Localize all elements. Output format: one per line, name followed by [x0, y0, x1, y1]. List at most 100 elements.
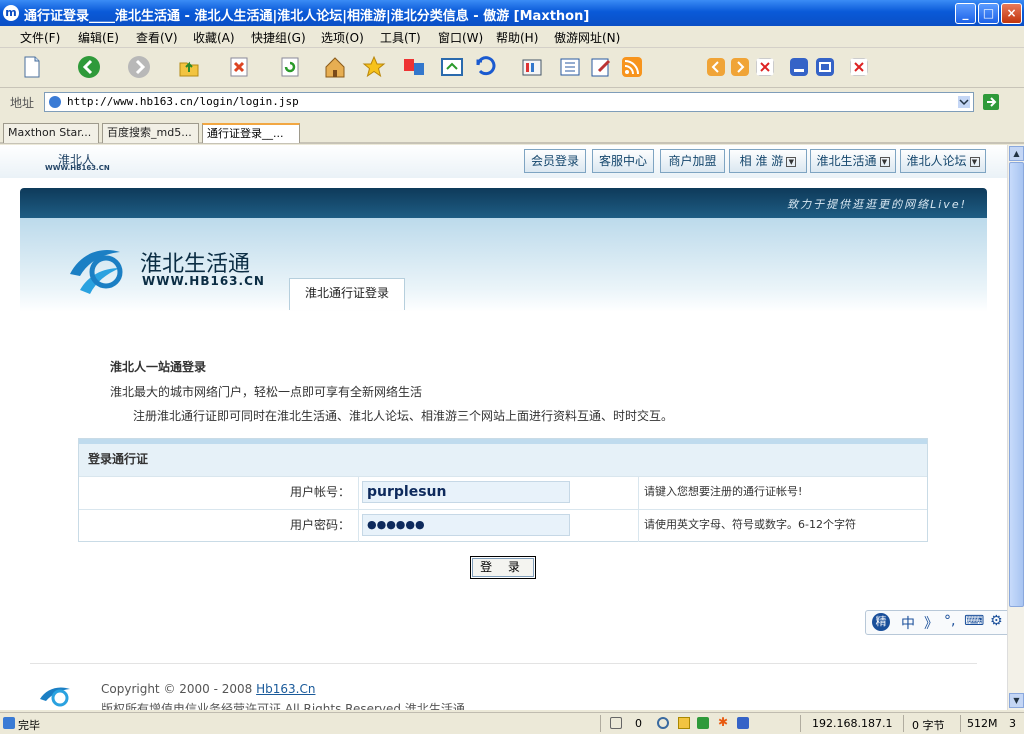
menu-window[interactable]: 窗口(W) [438, 29, 483, 46]
tab-maxthon-start[interactable]: Maxthon Star... [3, 123, 99, 143]
menu-file[interactable]: 文件(F) [20, 29, 60, 46]
address-bar: 地址 http://www.hb163.cn/login/login.jsp [0, 89, 1024, 115]
ime-punctuation-icon[interactable]: °, [944, 613, 955, 629]
flash-icon[interactable]: ✱ [718, 715, 728, 729]
up-folder-icon[interactable] [177, 55, 201, 79]
username-input[interactable]: purplesun [362, 481, 570, 503]
nav-huaibei-forum[interactable]: 淮北人论坛 ▼ [900, 149, 986, 173]
nav-merchant-join[interactable]: 商户加盟 [660, 149, 725, 173]
slogan-band: 致力于提供逛逛更的网络Live! [20, 188, 987, 218]
scroll-up-icon[interactable]: ▲ [1009, 146, 1024, 161]
login-button[interactable]: 登 录 [470, 556, 536, 579]
nav-member-login[interactable]: 会员登录 [524, 149, 586, 173]
nav-huaibei-life[interactable]: 淮北生活通 ▼ [810, 149, 896, 173]
footer-divider [30, 663, 977, 664]
tab-baidu-search[interactable]: 百度搜索_md5... [102, 123, 199, 143]
translate-icon[interactable] [402, 55, 426, 79]
username-cell: purplesun [359, 477, 639, 509]
close-window-button[interactable]: × [1001, 3, 1022, 24]
restore-tab-icon[interactable] [816, 58, 834, 76]
window-title: 通行证登录____淮北生活通 - 淮北人生活通|淮北人论坛|相淮游|淮北分类信息… [24, 9, 590, 24]
menu-bar: 文件(F) 编辑(E) 查看(V) 收藏(A) 快捷组(G) 选项(O) 工具(… [0, 26, 1024, 48]
maximize-button[interactable]: □ [978, 3, 999, 24]
nav-xianghuaiyou[interactable]: 相 淮 游 ▼ [729, 149, 807, 173]
prev-tab-icon[interactable] [707, 58, 725, 76]
page-done-icon [3, 717, 15, 729]
go-icon[interactable] [983, 94, 999, 110]
page-scrollbar[interactable]: ▲ ▼ [1007, 145, 1024, 710]
page-icon [49, 96, 61, 108]
screenshot-icon[interactable] [737, 717, 749, 729]
popup-count: 0 [635, 717, 642, 730]
site-header: 淮北人 WWW.HB163.CN 会员登录 客服中心 商户加盟 相 淮 游 ▼ 淮… [0, 145, 1007, 178]
forward-icon[interactable] [127, 55, 151, 79]
nav-label: 会员登录 [530, 154, 579, 168]
status-divider [903, 715, 904, 732]
popup-blocker-icon[interactable] [610, 717, 622, 729]
menu-help[interactable]: 帮助(H) [496, 29, 538, 46]
stop-icon[interactable] [227, 55, 251, 79]
menu-edit[interactable]: 编辑(E) [78, 29, 119, 46]
gear-icon[interactable]: ⚙ [990, 613, 1003, 629]
brand-hero: 淮北生活通 WWW.HB163.CN 淮北通行证登录 [20, 218, 987, 312]
nav-label: 客服中心 [598, 154, 647, 168]
nav-label: 商户加盟 [668, 154, 717, 168]
status-bar: 完毕 0 ✱ 192.168.187.1 0 字节 512M 3 [0, 712, 1024, 734]
tab-passport-login[interactable]: 淮北通行证登录 [289, 278, 405, 310]
tab-strip: Maxthon Star... 百度搜索_md5... 通行证登录__... [0, 121, 1024, 144]
menu-favorites[interactable]: 收藏(A) [193, 29, 235, 46]
close-tab-icon[interactable] [756, 58, 774, 76]
chevron-down-icon: ▼ [969, 156, 980, 167]
favorites-star-icon[interactable] [362, 55, 386, 79]
ime-halfwidth-icon[interactable]: 》 [924, 613, 938, 633]
menu-groups[interactable]: 快捷组(G) [251, 29, 306, 46]
back-icon[interactable] [77, 55, 101, 79]
url-dropdown-icon[interactable] [958, 96, 970, 108]
username-hint: 请键入您想要注册的通行证帐号! [644, 485, 803, 498]
intro-line-2: 注册淮北通行证即可同时在淮北生活通、淮北人论坛、相淮游三个网站上面进行资料互通、… [133, 409, 674, 423]
rss-icon[interactable] [620, 55, 644, 79]
download-icon[interactable] [697, 717, 709, 729]
menu-options[interactable]: 选项(O) [321, 29, 364, 46]
minimize-button[interactable]: _ [955, 3, 976, 24]
close-all-tabs-icon[interactable] [850, 58, 868, 76]
undo-icon[interactable] [474, 55, 498, 79]
status-divider [800, 715, 801, 732]
ime-toolbar[interactable]: 精 中 》 °, ⌨ ⚙ [865, 610, 1021, 635]
window-titlebar: m 通行证登录____淮北生活通 - 淮北人生活通|淮北人论坛|相淮游|淮北分类… [0, 0, 1024, 26]
ime-chinese-mode[interactable]: 中 [901, 613, 915, 633]
tools-icon[interactable] [520, 55, 544, 79]
sync-icon[interactable] [657, 717, 669, 729]
sidebar-icon[interactable] [558, 55, 582, 79]
footer-site-link[interactable]: Hb163.Cn [256, 682, 315, 696]
menu-maxthon-sites[interactable]: 傲游网址(N) [554, 29, 620, 46]
status-tab-count: 3 [1009, 717, 1016, 730]
password-label: 用户密码： [79, 510, 359, 542]
keyboard-icon[interactable]: ⌨ [964, 613, 984, 629]
scroll-thumb[interactable] [1009, 162, 1024, 607]
plugin-icon[interactable] [678, 717, 690, 729]
url-text: http://www.hb163.cn/login/login.jsp [67, 95, 299, 108]
tab-login[interactable]: 通行证登录__... [202, 123, 300, 143]
url-input[interactable]: http://www.hb163.cn/login/login.jsp [44, 92, 974, 112]
new-page-icon[interactable] [20, 55, 44, 79]
next-tab-icon[interactable] [731, 58, 749, 76]
password-hint: 请使用英文字母、符号或数字。6-12个字符 [644, 518, 856, 531]
status-bytes: 0 字节 [912, 719, 945, 732]
nav-customer-service[interactable]: 客服中心 [592, 149, 654, 173]
screen-capture-icon[interactable] [440, 55, 464, 79]
scroll-down-icon[interactable]: ▼ [1009, 693, 1024, 708]
username-row: 用户帐号： purplesun 请键入您想要注册的通行证帐号! [79, 476, 927, 509]
refresh-icon[interactable] [278, 55, 302, 79]
menu-tools[interactable]: 工具(T) [380, 29, 421, 46]
minimize-tab-icon[interactable] [790, 58, 808, 76]
username-label: 用户帐号： [79, 477, 359, 509]
notes-icon[interactable] [589, 55, 613, 79]
brand-domain: WWW.HB163.CN [142, 274, 265, 288]
ime-logo-icon[interactable]: 精 [872, 613, 890, 631]
menu-view[interactable]: 查看(V) [136, 29, 178, 46]
maxthon-app-icon[interactable]: m [3, 5, 19, 21]
home-icon[interactable] [323, 55, 347, 79]
status-divider [600, 715, 601, 732]
password-input[interactable]: ●●●●●● [362, 514, 570, 536]
